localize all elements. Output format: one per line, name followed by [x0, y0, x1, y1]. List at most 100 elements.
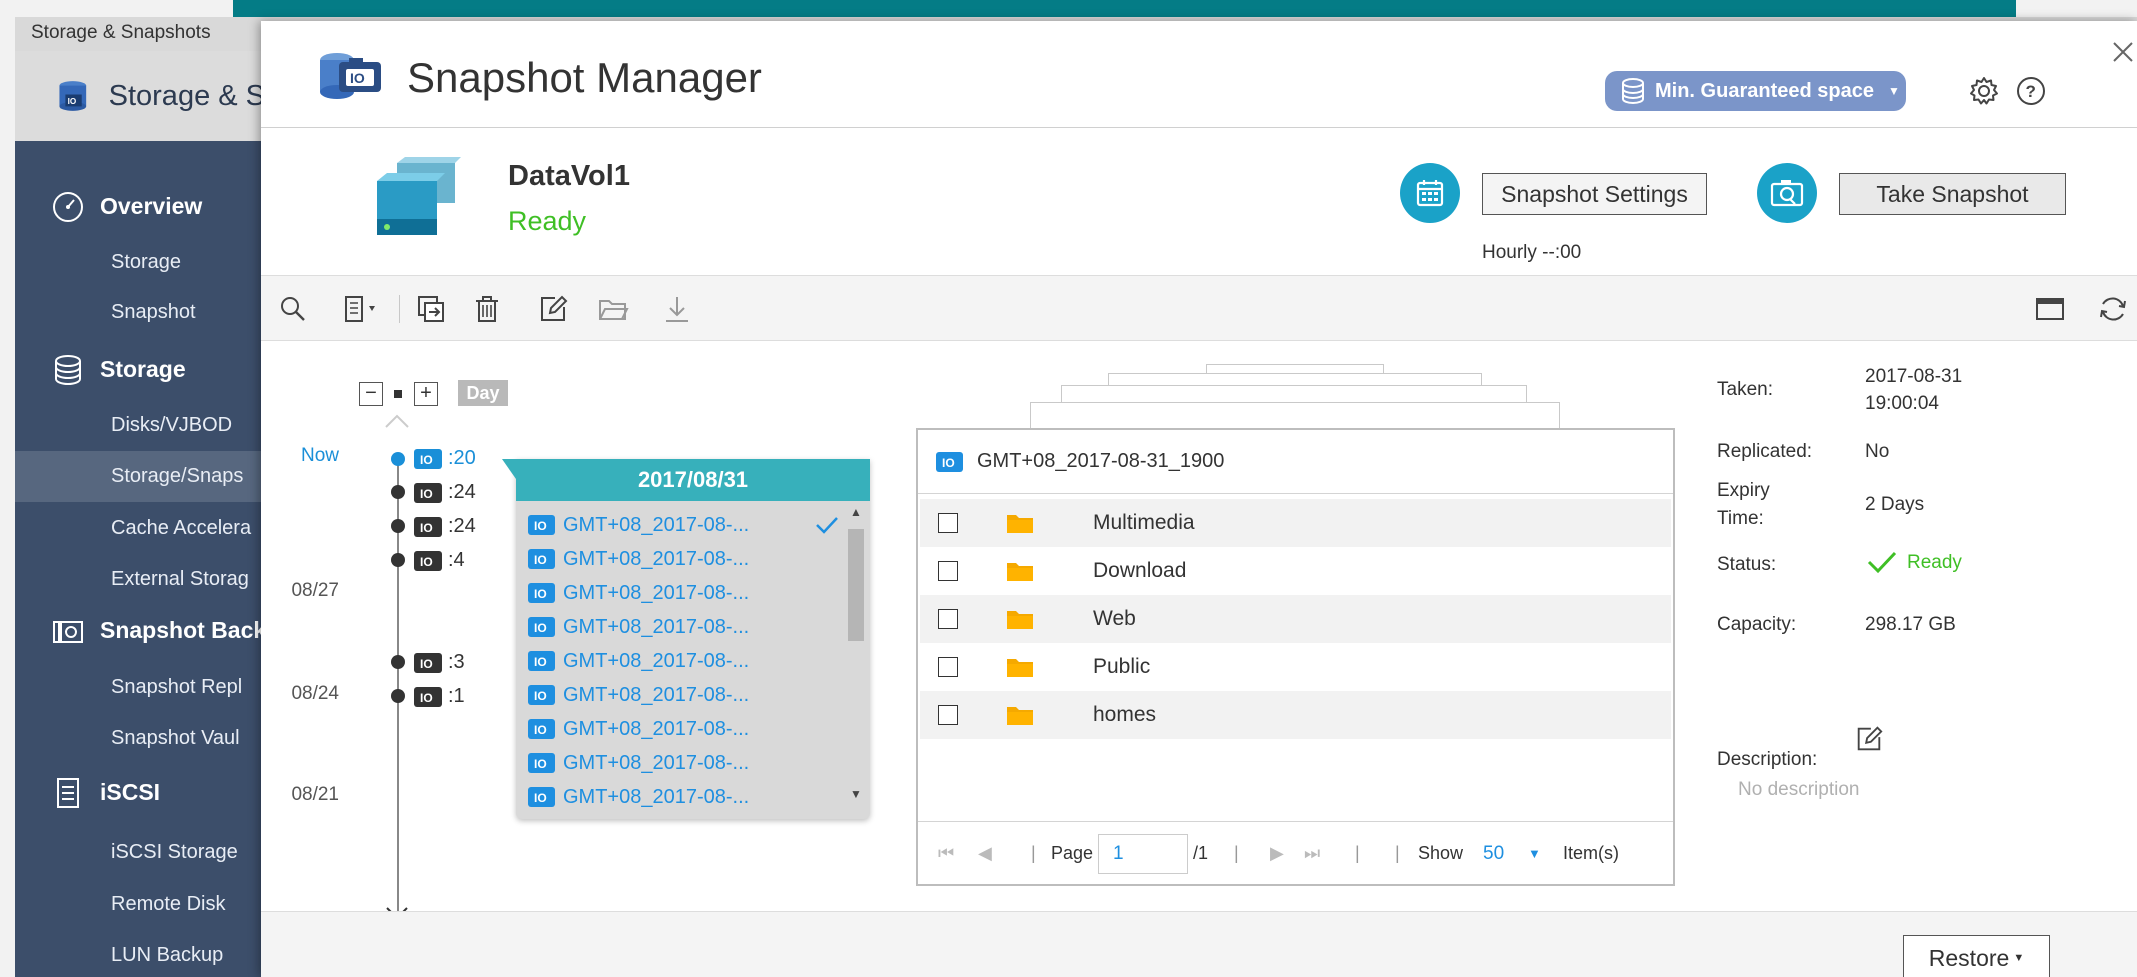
snapshot-camera-icon: IO [528, 617, 555, 637]
sidebar-item-overview[interactable]: Overview [15, 181, 265, 232]
zoom-out-button[interactable]: − [359, 382, 383, 406]
sidebar-item-snapshot-repl[interactable]: Snapshot Repl [15, 662, 265, 713]
sidebar-item-storage-snaps[interactable]: Storage/Snaps [15, 451, 265, 502]
min-guaranteed-space-button[interactable]: Min. Guaranteed space ▼ [1605, 71, 1906, 111]
folder-icon [1007, 563, 1033, 581]
take-snapshot-button[interactable]: Take Snapshot [1839, 173, 2066, 215]
timeline-node[interactable] [391, 519, 405, 533]
snapshot-list-item[interactable]: IO GMT+08_2017-08-... [528, 610, 749, 644]
scroll-down-icon[interactable]: ▼ [850, 787, 862, 801]
scrollbar-thumb[interactable] [848, 529, 864, 641]
volume-info-row: DataVol1 Ready Snapshot Settings Hourly … [261, 128, 2137, 275]
sidebar-item-disks-vjbod[interactable]: Disks/VJBOD [15, 400, 265, 451]
svg-text:IO: IO [534, 757, 547, 770]
snapshot-list-item[interactable]: IO GMT+08_2017-08-... [528, 780, 749, 814]
sidebar-item-iscsi-storage[interactable]: iSCSI Storage [15, 827, 265, 878]
description-text: No description [1738, 779, 1860, 800]
page-number-input[interactable]: 1 [1098, 834, 1188, 874]
zoom-in-button[interactable]: + [414, 382, 438, 406]
snapshot-list-item[interactable]: IO GMT+08_2017-08-... [528, 712, 749, 746]
folder-icon [1007, 611, 1033, 629]
snapshot-list-item[interactable]: IO GMT+08_2017-08-... [528, 576, 749, 610]
timeline-node-current[interactable] [391, 452, 405, 466]
first-page-icon[interactable]: ⏮ [938, 843, 954, 864]
folder-checkbox[interactable] [938, 705, 958, 725]
clone-icon[interactable] [415, 293, 447, 325]
snapshot-camera-icon: IO [528, 787, 555, 807]
open-folder-icon[interactable] [597, 293, 629, 325]
gear-icon[interactable] [1968, 75, 2000, 107]
folder-name: homes [1093, 703, 1157, 726]
restore-button[interactable]: Restore ▼ [1903, 935, 2050, 977]
status-value: Ready [1865, 548, 1962, 576]
folder-checkbox[interactable] [938, 513, 958, 533]
svg-text:IO: IO [534, 553, 547, 566]
next-page-icon[interactable]: ▶ [1270, 843, 1284, 864]
folder-row[interactable]: Public [920, 643, 1671, 691]
sidebar-item-snapshot[interactable]: Snapshot [15, 287, 265, 338]
toolbar-divider [399, 295, 400, 323]
snapshot-list-popover: 2017/08/31 IO GMT+08_2017-08-... IO GMT+08_… [502, 459, 870, 819]
items-per-page-select[interactable]: 50 [1483, 843, 1504, 865]
sidebar-item-storage[interactable]: Storage [15, 237, 265, 288]
timeline-node[interactable] [391, 553, 405, 567]
capacity-value: 298.17 GB [1865, 614, 1956, 635]
folder-row[interactable]: Multimedia [920, 499, 1671, 547]
restore-label: Restore [1928, 944, 2010, 971]
sidebar-item-iscsi[interactable]: iSCSI [15, 767, 265, 818]
sidebar-item-snapshot-back[interactable]: Snapshot Back [15, 605, 265, 656]
sidebar-item-lun-backup[interactable]: LUN Backup [15, 930, 265, 977]
chevron-down-icon[interactable]: ▼ [1528, 846, 1541, 861]
snapshot-list-item[interactable]: IO GMT+08_2017-08-... [528, 678, 749, 712]
folder-row[interactable]: homes [920, 691, 1671, 739]
timeline-snapshot-group[interactable]: IO :20 [414, 447, 476, 470]
last-page-icon[interactable]: ⏭ [1304, 843, 1320, 864]
dialog-footer: Restore ▼ [261, 911, 2137, 977]
refresh-icon[interactable] [2097, 293, 2129, 325]
view-mode-dropdown-icon[interactable] [341, 293, 385, 325]
help-icon[interactable]: ? [2015, 75, 2047, 107]
timeline-node[interactable] [391, 689, 405, 703]
snapshot-list-item[interactable]: IO GMT+08_2017-08-... [528, 746, 749, 780]
folder-row[interactable]: Download [920, 547, 1671, 595]
sidebar-item-cache-accelera[interactable]: Cache Accelera [15, 503, 265, 554]
sidebar-item-remote-disk[interactable]: Remote Disk [15, 879, 265, 930]
snapshot-list-item[interactable]: IO GMT+08_2017-08-... [528, 542, 749, 576]
replicated-label: Replicated: [1717, 441, 1813, 462]
edit-description-icon[interactable] [1854, 724, 1884, 754]
folder-row[interactable]: Web [920, 595, 1671, 643]
snapshot-list-item[interactable]: IO GMT+08_2017-08-... [528, 644, 749, 678]
snapshot-camera-icon: IO [528, 549, 555, 569]
download-icon[interactable] [661, 293, 693, 325]
snapshot-list-item[interactable]: IO GMT+08_2017-08-... [528, 508, 749, 542]
sidebar-item-storage[interactable]: Storage [15, 344, 265, 395]
timeline-node[interactable] [391, 655, 405, 669]
snapshot-settings-button[interactable]: Snapshot Settings [1482, 173, 1707, 215]
schedule-calendar-icon[interactable] [1400, 163, 1460, 223]
snapshot-list-scrollbar[interactable]: ▲ ▼ [846, 505, 864, 805]
snapshot-manager-dialog: IO Snapshot Manager Min. Guaranteed spac… [261, 21, 2137, 977]
scroll-up-icon[interactable]: ▲ [850, 505, 862, 519]
folder-checkbox[interactable] [938, 561, 958, 581]
sidebar-item-snapshot-vaul[interactable]: Snapshot Vaul [15, 713, 265, 764]
timeline-snapshot-group[interactable]: IO :3 [414, 651, 465, 674]
snapshot-list-date: 2017/08/31 [516, 459, 870, 501]
window-view-icon[interactable] [2034, 293, 2066, 325]
timeline-node[interactable] [391, 485, 405, 499]
delete-trash-icon[interactable] [471, 293, 503, 325]
sidebar-item-external-storag[interactable]: External Storag [15, 554, 265, 605]
chevron-up-icon[interactable] [383, 412, 411, 430]
take-snapshot-camera-icon[interactable] [1757, 163, 1817, 223]
folder-checkbox[interactable] [938, 657, 958, 677]
previous-page-icon[interactable]: ◀ [978, 843, 992, 864]
timeline-snapshot-group[interactable]: IO :24 [414, 481, 476, 504]
snapshot-camera-icon: IO [414, 482, 442, 503]
snapshot-camera-icon: IO [414, 516, 442, 537]
timeline-snapshot-group[interactable]: IO :1 [414, 685, 465, 708]
search-icon[interactable] [277, 293, 309, 325]
timeline-snapshot-group[interactable]: IO :4 [414, 549, 465, 572]
folder-checkbox[interactable] [938, 609, 958, 629]
close-icon[interactable] [2110, 39, 2136, 65]
edit-icon[interactable] [537, 293, 569, 325]
timeline-snapshot-group[interactable]: IO :24 [414, 515, 476, 538]
